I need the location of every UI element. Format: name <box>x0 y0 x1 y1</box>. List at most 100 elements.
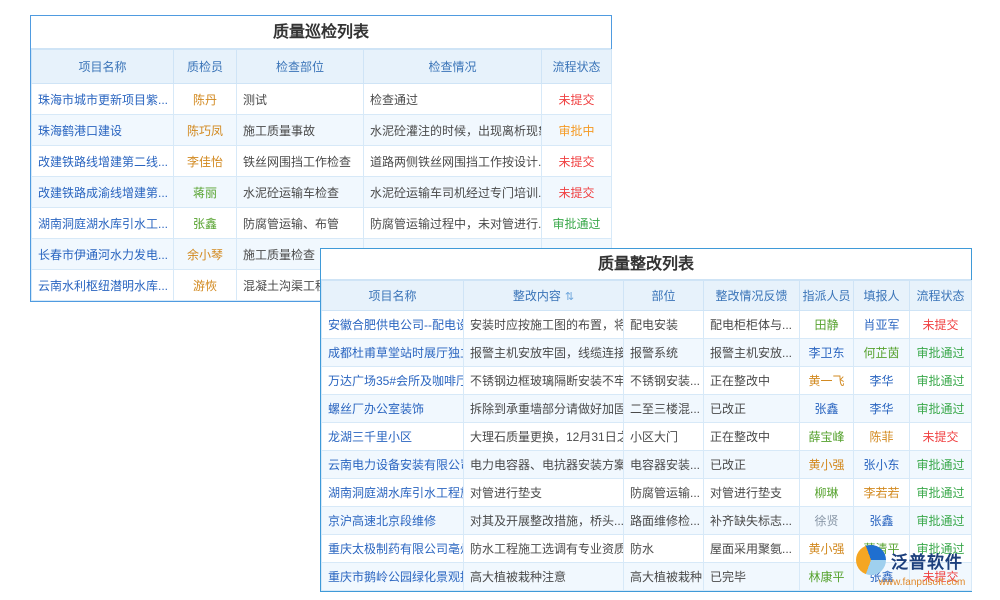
project-name-cell[interactable]: 重庆太极制药有限公司亳州中... <box>322 535 464 563</box>
part-cell: 防水 <box>624 535 704 563</box>
fanpu-logo[interactable]: 泛普软件 www.fanpusoft.com <box>856 545 988 588</box>
project-name-cell[interactable]: 安徽合肥供电公司--配电设备... <box>322 311 464 339</box>
part-cell: 电容器安装... <box>624 451 704 479</box>
table-row[interactable]: 湖南洞庭湖水库引水工程施工...对管进行垫支防腐管运输...对管进行垫支柳琳李若… <box>322 479 972 507</box>
reporter-cell: 李若若 <box>854 479 910 507</box>
table-row[interactable]: 湖南洞庭湖水库引水工...张鑫防腐管运输、布管防腐管运输过程中，未对管进行...… <box>32 208 612 239</box>
rectification-table-panel: 质量整改列表 项目名称整改内容⇅部位整改情况反馈指派人员填报人流程状态安徽合肥供… <box>320 248 972 592</box>
project-name-cell[interactable]: 云南水利枢纽潜明水库... <box>32 270 174 301</box>
status-cell: 审批通过 <box>910 479 972 507</box>
project-name-cell[interactable]: 龙湖三千里小区 <box>322 423 464 451</box>
table-row[interactable]: 成都杜甫草堂站时展厅独立展...报警主机安放牢固，线缆连接...报警系统报警主机… <box>322 339 972 367</box>
assignee-cell: 薛宝峰 <box>800 423 854 451</box>
project-name-cell[interactable]: 湖南洞庭湖水库引水工... <box>32 208 174 239</box>
column-header-reporter: 填报人 <box>854 281 910 311</box>
table-row[interactable]: 安徽合肥供电公司--配电设备...安装时应按施工图的布置，将...配电安装配电柜… <box>322 311 972 339</box>
column-header-inspector: 质检员 <box>174 50 237 84</box>
feedback-cell: 屋面采用聚氨... <box>704 535 800 563</box>
assignee-cell: 李卫东 <box>800 339 854 367</box>
inspector-cell: 陈丹 <box>174 84 237 115</box>
part-cell: 不锈钢安装... <box>624 367 704 395</box>
status-cell: 未提交 <box>542 177 612 208</box>
feedback-cell: 已完毕 <box>704 563 800 591</box>
inspector-cell: 李佳怡 <box>174 146 237 177</box>
table-row[interactable]: 京沪高速北京段维修对其及开展整改措施，桥头...路面维修检...补齐缺失标志..… <box>322 507 972 535</box>
status-cell: 审批通过 <box>910 367 972 395</box>
project-name-cell[interactable]: 珠海鹤港口建设 <box>32 115 174 146</box>
assignee-cell: 徐贤 <box>800 507 854 535</box>
inspection-situation-cell: 水泥砼灌注的时候，出现离析现象 <box>364 115 542 146</box>
reporter-cell: 李华 <box>854 395 910 423</box>
status-cell: 未提交 <box>542 146 612 177</box>
column-header-project: 项目名称 <box>322 281 464 311</box>
reporter-cell: 陈菲 <box>854 423 910 451</box>
reporter-cell: 李华 <box>854 367 910 395</box>
project-name-cell[interactable]: 万达广场35#会所及咖啡厅空... <box>322 367 464 395</box>
sort-icon[interactable]: ⇅ <box>565 291 574 303</box>
feedback-cell: 报警主机安放... <box>704 339 800 367</box>
inspector-cell: 陈巧凤 <box>174 115 237 146</box>
status-cell: 审批通过 <box>910 395 972 423</box>
inspection-situation-cell: 道路两侧铁丝网围挡工作按设计... <box>364 146 542 177</box>
status-cell: 审批中 <box>542 115 612 146</box>
project-name-cell[interactable]: 云南电力设备安装有限公司20... <box>322 451 464 479</box>
rectification-table-title: 质量整改列表 <box>321 249 971 280</box>
reporter-cell: 张小东 <box>854 451 910 479</box>
inspection-part-cell: 测试 <box>237 84 364 115</box>
part-cell: 配电安装 <box>624 311 704 339</box>
project-name-cell[interactable]: 珠海市城市更新项目紫... <box>32 84 174 115</box>
table-row[interactable]: 改建铁路线增建第二线...李佳怡铁丝网围挡工作检查道路两侧铁丝网围挡工作按设计.… <box>32 146 612 177</box>
table-row[interactable]: 珠海鹤港口建设陈巧凤施工质量事故水泥砼灌注的时候，出现离析现象审批中 <box>32 115 612 146</box>
status-cell: 未提交 <box>542 84 612 115</box>
project-name-cell[interactable]: 长春市伊通河水力发电... <box>32 239 174 270</box>
status-cell: 未提交 <box>910 423 972 451</box>
project-name-cell[interactable]: 改建铁路线增建第二线... <box>32 146 174 177</box>
rectify-content-cell: 对其及开展整改措施，桥头... <box>464 507 624 535</box>
header-row: 项目名称质检员检查部位检查情况流程状态 <box>32 50 612 84</box>
logo-brand-text: 泛普软件 <box>891 548 963 573</box>
inspector-cell: 蒋丽 <box>174 177 237 208</box>
table-row[interactable]: 螺丝厂办公室装饰拆除到承重墙部分请做好加固...二至三楼混...已改正张鑫李华审… <box>322 395 972 423</box>
inspector-cell: 余小琴 <box>174 239 237 270</box>
logo-url-text: www.fanpusoft.com <box>856 577 988 588</box>
inspection-table-title: 质量巡检列表 <box>31 16 611 49</box>
column-header-status: 流程状态 <box>910 281 972 311</box>
table-row[interactable]: 云南电力设备安装有限公司20...电力电容器、电抗器安装方案...电容器安装..… <box>322 451 972 479</box>
inspection-part-cell: 防腐管运输、布管 <box>237 208 364 239</box>
feedback-cell: 补齐缺失标志... <box>704 507 800 535</box>
inspection-situation-cell: 水泥砼运输车司机经过专门培训... <box>364 177 542 208</box>
project-name-cell[interactable]: 京沪高速北京段维修 <box>322 507 464 535</box>
assignee-cell: 林康平 <box>800 563 854 591</box>
rectify-content-cell: 大理石质量更换，12月31日之... <box>464 423 624 451</box>
column-header-situation: 检查情况 <box>364 50 542 84</box>
project-name-cell[interactable]: 螺丝厂办公室装饰 <box>322 395 464 423</box>
feedback-cell: 对管进行垫支 <box>704 479 800 507</box>
table-row[interactable]: 龙湖三千里小区大理石质量更换，12月31日之...小区大门正在整改中薛宝峰陈菲未… <box>322 423 972 451</box>
inspection-situation-cell: 防腐管运输过程中，未对管进行... <box>364 208 542 239</box>
project-name-cell[interactable]: 湖南洞庭湖水库引水工程施工... <box>322 479 464 507</box>
assignee-cell: 柳琳 <box>800 479 854 507</box>
column-header-part: 检查部位 <box>237 50 364 84</box>
status-cell: 审批通过 <box>542 208 612 239</box>
column-header-feedback: 整改情况反馈 <box>704 281 800 311</box>
rectify-content-cell: 安装时应按施工图的布置，将... <box>464 311 624 339</box>
table-row[interactable]: 万达广场35#会所及咖啡厅空...不锈钢边框玻璃隔断安装不牢...不锈钢安装..… <box>322 367 972 395</box>
assignee-cell: 张鑫 <box>800 395 854 423</box>
assignee-cell: 黄小强 <box>800 451 854 479</box>
feedback-cell: 配电柜柜体与... <box>704 311 800 339</box>
project-name-cell[interactable]: 重庆市鹅岭公园绿化景观提升... <box>322 563 464 591</box>
part-cell: 防腐管运输... <box>624 479 704 507</box>
rectify-content-cell: 报警主机安放牢固，线缆连接... <box>464 339 624 367</box>
reporter-cell: 何芷茵 <box>854 339 910 367</box>
column-header-content[interactable]: 整改内容⇅ <box>464 281 624 311</box>
rectify-content-cell: 不锈钢边框玻璃隔断安装不牢... <box>464 367 624 395</box>
table-row[interactable]: 改建铁路成渝线增建第...蒋丽水泥砼运输车检查水泥砼运输车司机经过专门培训...… <box>32 177 612 208</box>
part-cell: 高大植被栽种 <box>624 563 704 591</box>
table-row[interactable]: 珠海市城市更新项目紫...陈丹测试检查通过未提交 <box>32 84 612 115</box>
inspection-part-cell: 铁丝网围挡工作检查 <box>237 146 364 177</box>
project-name-cell[interactable]: 成都杜甫草堂站时展厅独立展... <box>322 339 464 367</box>
reporter-cell: 张鑫 <box>854 507 910 535</box>
reporter-cell: 肖亚军 <box>854 311 910 339</box>
status-cell: 审批通过 <box>910 339 972 367</box>
project-name-cell[interactable]: 改建铁路成渝线增建第... <box>32 177 174 208</box>
